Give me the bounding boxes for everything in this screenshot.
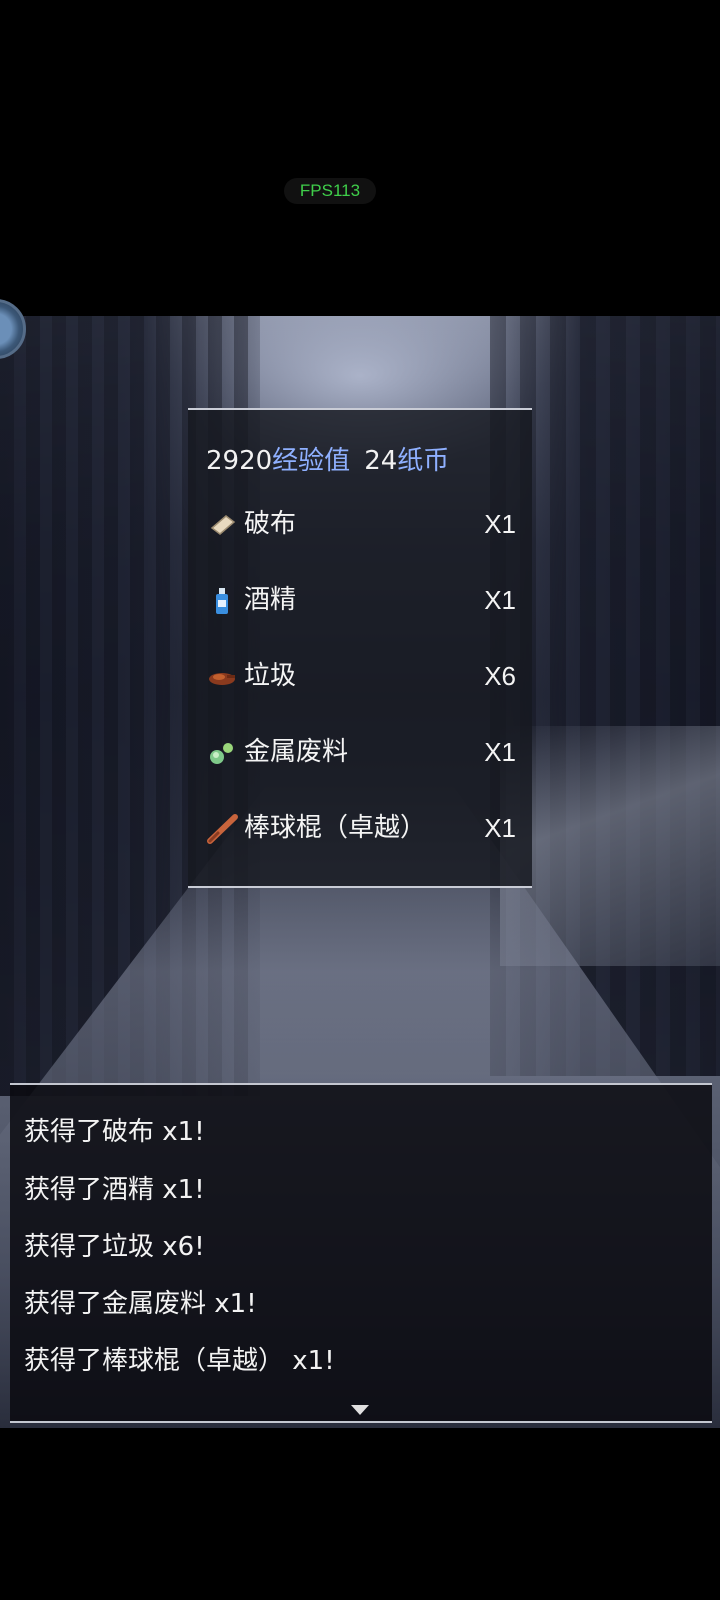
item-count: X1 bbox=[484, 813, 516, 843]
item-name: 金属废料 bbox=[244, 737, 349, 767]
log-line: 获得了破布 x1! bbox=[24, 1117, 205, 1147]
item-name: 棒球棍（卓越） bbox=[244, 813, 427, 843]
coin-value: 24 bbox=[364, 446, 398, 476]
item-name: 破布 bbox=[244, 509, 297, 539]
reward-panel: 2920经验值 24纸币 破布 X1 酒精 X1 垃圾 X6 金属废料 X1 棒… bbox=[188, 408, 532, 888]
baseball-bat-icon bbox=[207, 814, 238, 844]
continue-arrow-icon[interactable] bbox=[351, 1405, 369, 1415]
log-line: 获得了棒球棍（卓越） x1! bbox=[24, 1346, 335, 1376]
item-name: 垃圾 bbox=[244, 661, 297, 691]
metal-scrap-icon bbox=[210, 743, 233, 764]
exp-label: 经验值 bbox=[272, 446, 351, 476]
exp-value: 2920 bbox=[206, 446, 273, 476]
log-line: 获得了金属废料 x1! bbox=[24, 1289, 257, 1319]
item-count: X6 bbox=[484, 661, 516, 691]
coin-label: 纸币 bbox=[397, 446, 450, 476]
reward-item: 垃圾 X6 bbox=[206, 656, 516, 696]
alcohol-bottle-icon bbox=[216, 588, 228, 614]
fps-counter: FPS113 bbox=[284, 178, 376, 204]
reward-item: 破布 X1 bbox=[206, 504, 516, 544]
log-line: 获得了垃圾 x6! bbox=[24, 1232, 205, 1262]
cloth-icon bbox=[210, 515, 236, 535]
garbage-icon bbox=[209, 673, 235, 685]
item-count: X1 bbox=[484, 585, 516, 615]
item-count: X1 bbox=[484, 509, 516, 539]
reward-item: 棒球棍（卓越） X1 bbox=[206, 808, 516, 848]
message-log[interactable]: 获得了破布 x1! 获得了酒精 x1! 获得了垃圾 x6! 获得了金属废料 x1… bbox=[10, 1083, 712, 1423]
reward-summary: 2920经验值 24纸币 bbox=[206, 440, 463, 477]
reward-item: 金属废料 X1 bbox=[206, 732, 516, 772]
item-name: 酒精 bbox=[244, 585, 297, 615]
log-line: 获得了酒精 x1! bbox=[24, 1175, 205, 1205]
item-count: X1 bbox=[484, 737, 516, 767]
reward-item: 酒精 X1 bbox=[206, 580, 516, 620]
